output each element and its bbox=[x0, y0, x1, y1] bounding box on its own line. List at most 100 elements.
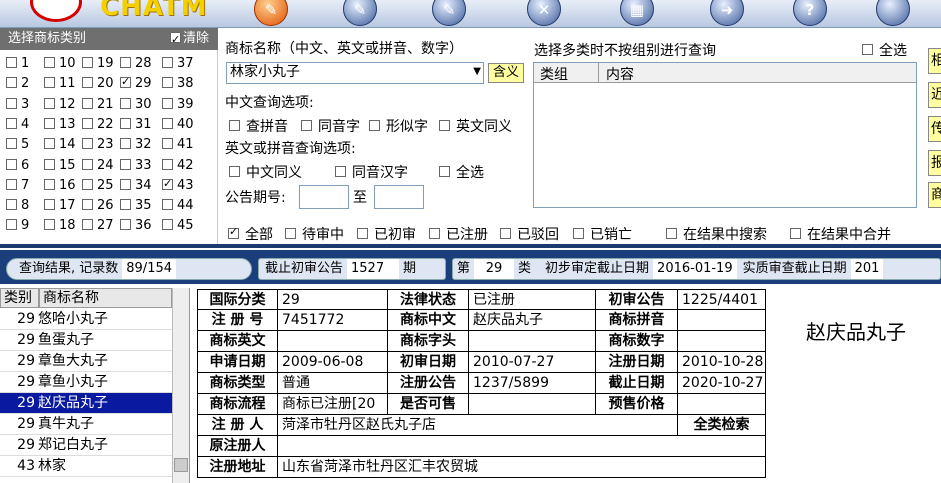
class-option-22[interactable]: 22 bbox=[82, 117, 114, 133]
class-option-43[interactable]: 43 bbox=[162, 176, 194, 194]
class-option-10[interactable]: 10 bbox=[44, 56, 76, 72]
class-option-42[interactable]: 42 bbox=[162, 158, 194, 174]
status-checkbox-1[interactable] bbox=[285, 228, 296, 239]
edit-icon[interactable]: ✎ bbox=[432, 0, 466, 26]
class-checkbox-7[interactable] bbox=[6, 178, 17, 190]
en-option-0[interactable]: 中文同义 bbox=[229, 162, 302, 182]
status-option-3[interactable]: 已注册 bbox=[429, 224, 488, 244]
cn-option-checkbox-2[interactable] bbox=[369, 120, 380, 131]
class-option-19[interactable]: 19 bbox=[82, 56, 114, 72]
class-option-44[interactable]: 44 bbox=[162, 198, 194, 214]
class-checkbox-45[interactable] bbox=[162, 219, 173, 231]
status-option-1[interactable]: 待审中 bbox=[285, 224, 344, 244]
result-checkbox-1[interactable] bbox=[790, 228, 801, 239]
side-button-0[interactable]: 相 bbox=[928, 48, 941, 74]
side-button-1[interactable]: 近 bbox=[928, 82, 941, 108]
list-col-name[interactable]: 商标名称 bbox=[39, 288, 172, 308]
class-option-11[interactable]: 11 bbox=[44, 76, 76, 92]
class-checkbox-36[interactable] bbox=[120, 219, 131, 231]
class-option-13[interactable]: 13 bbox=[44, 117, 76, 133]
class-checkbox-38[interactable] bbox=[162, 77, 173, 89]
class-option-27[interactable]: 27 bbox=[82, 218, 114, 234]
class-checkbox-16[interactable] bbox=[44, 178, 55, 190]
list-scrollbar[interactable] bbox=[172, 288, 189, 483]
status-checkbox-4[interactable] bbox=[500, 228, 511, 239]
select-all-option[interactable]: 全选 bbox=[862, 40, 907, 60]
dropdown-arrow-icon[interactable]: ▼ bbox=[473, 63, 481, 81]
class-option-21[interactable]: 21 bbox=[82, 97, 114, 113]
class-option-1[interactable]: 1 bbox=[6, 56, 29, 72]
help-icon[interactable]: ? bbox=[793, 0, 827, 26]
class-option-31[interactable]: 31 bbox=[120, 117, 152, 133]
ruler-icon[interactable]: ▦ bbox=[620, 0, 654, 26]
class-option-18[interactable]: 18 bbox=[44, 218, 76, 234]
class-option-33[interactable]: 33 bbox=[120, 158, 152, 174]
class-option-7[interactable]: 7 bbox=[6, 178, 29, 194]
side-button-4[interactable]: 商 bbox=[928, 182, 941, 208]
class-checkbox-24[interactable] bbox=[82, 158, 93, 170]
class-option-23[interactable]: 23 bbox=[82, 137, 114, 153]
status-option-4[interactable]: 已驳回 bbox=[500, 224, 559, 244]
class-option-29[interactable]: 29 bbox=[120, 74, 152, 92]
all-class-search-button[interactable]: 全类检索 bbox=[678, 415, 766, 436]
class-checkbox-33[interactable] bbox=[120, 158, 131, 170]
class-checkbox-3[interactable] bbox=[6, 97, 17, 109]
table-row[interactable]: 29 鱼蛋丸子 bbox=[0, 330, 172, 351]
status-checkbox-5[interactable] bbox=[573, 228, 584, 239]
clear-checkbox[interactable] bbox=[170, 29, 181, 51]
class-checkbox-39[interactable] bbox=[162, 97, 173, 109]
class-option-45[interactable]: 45 bbox=[162, 218, 194, 234]
class-option-32[interactable]: 32 bbox=[120, 137, 152, 153]
class-option-26[interactable]: 26 bbox=[82, 198, 114, 214]
class-option-35[interactable]: 35 bbox=[120, 198, 152, 214]
class-option-34[interactable]: 34 bbox=[120, 178, 152, 194]
status-option-2[interactable]: 已初审 bbox=[357, 224, 416, 244]
ball-icon[interactable] bbox=[876, 0, 910, 26]
class-checkbox-22[interactable] bbox=[82, 117, 93, 129]
pub-from-input[interactable] bbox=[299, 185, 349, 209]
class-checkbox-32[interactable] bbox=[120, 138, 131, 150]
class-checkbox-19[interactable] bbox=[82, 57, 93, 68]
class-checkbox-29[interactable] bbox=[120, 74, 131, 90]
class-checkbox-1[interactable] bbox=[6, 57, 17, 68]
table-row[interactable]: 29 郑记白丸子 bbox=[0, 435, 172, 456]
class-checkbox-30[interactable] bbox=[120, 97, 131, 109]
en-option-checkbox-0[interactable] bbox=[229, 166, 240, 177]
class-option-9[interactable]: 9 bbox=[6, 218, 29, 234]
class-option-16[interactable]: 16 bbox=[44, 178, 76, 194]
class-option-5[interactable]: 5 bbox=[6, 137, 29, 153]
class-checkbox-35[interactable] bbox=[120, 199, 131, 211]
class-checkbox-6[interactable] bbox=[6, 158, 17, 170]
table-row[interactable]: 29 章鱼小丸子 bbox=[0, 372, 172, 393]
tools-icon[interactable]: ✕ bbox=[527, 0, 561, 26]
class-checkbox-15[interactable] bbox=[44, 158, 55, 170]
class-checkbox-12[interactable] bbox=[44, 97, 55, 109]
arrow-icon[interactable]: ➜ bbox=[710, 0, 744, 26]
class-checkbox-14[interactable] bbox=[44, 138, 55, 150]
class-option-36[interactable]: 36 bbox=[120, 218, 152, 234]
class-checkbox-5[interactable] bbox=[6, 138, 17, 150]
contain-button[interactable]: 含义 bbox=[488, 63, 524, 83]
result-list[interactable]: 类别 商标名称 29 悠哈小丸子 29 鱼蛋丸子 29 章鱼大丸子 29 章鱼小丸子 29 赵庆品… bbox=[0, 288, 190, 483]
cn-option-checkbox-1[interactable] bbox=[301, 120, 312, 131]
class-option-17[interactable]: 17 bbox=[44, 198, 76, 214]
trademark-name-input[interactable]: 林家小丸子 ▼ bbox=[226, 62, 484, 84]
class-option-4[interactable]: 4 bbox=[6, 117, 29, 133]
table-row[interactable]: 29 悠哈小丸子 bbox=[0, 309, 172, 330]
class-option-3[interactable]: 3 bbox=[6, 97, 29, 113]
class-checkbox-25[interactable] bbox=[82, 178, 93, 190]
result-option-1[interactable]: 在结果中合并 bbox=[790, 224, 891, 244]
class-option-39[interactable]: 39 bbox=[162, 97, 194, 113]
class-option-12[interactable]: 12 bbox=[44, 97, 76, 113]
cn-option-checkbox-3[interactable] bbox=[439, 120, 450, 131]
en-option-checkbox-1[interactable] bbox=[335, 166, 346, 177]
cn-option-1[interactable]: 同音字 bbox=[301, 116, 360, 136]
class-checkbox-44[interactable] bbox=[162, 199, 173, 211]
class-checkbox-43[interactable] bbox=[162, 176, 173, 192]
list-col-class[interactable]: 类别 bbox=[0, 288, 39, 308]
select-all-checkbox[interactable] bbox=[862, 44, 873, 55]
result-option-0[interactable]: 在结果中搜索 bbox=[666, 224, 767, 244]
class-checkbox-26[interactable] bbox=[82, 199, 93, 211]
cn-option-checkbox-0[interactable] bbox=[229, 120, 240, 131]
class-option-40[interactable]: 40 bbox=[162, 117, 194, 133]
